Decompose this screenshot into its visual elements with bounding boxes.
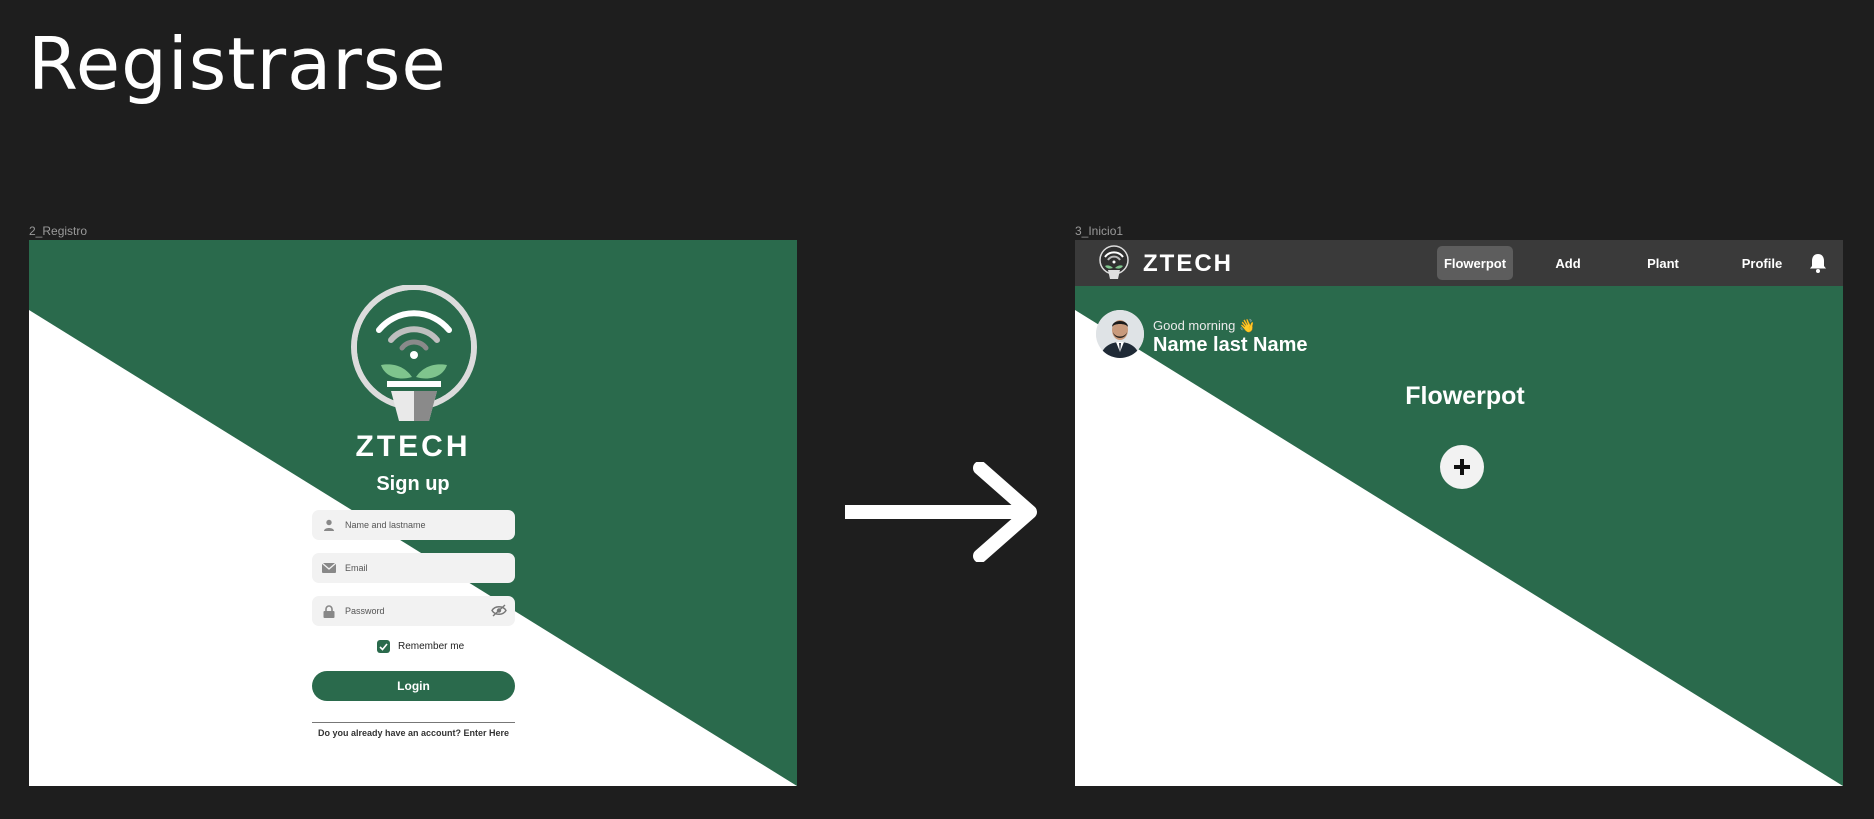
remember-label: Remember me (398, 641, 465, 652)
email-placeholder: Email (345, 563, 368, 573)
bell-icon[interactable] (1809, 253, 1827, 273)
ztech-logo[interactable] (1099, 245, 1129, 281)
lock-icon (322, 604, 336, 618)
nav-plant[interactable]: Plant (1623, 246, 1703, 280)
arrow-right-icon (845, 462, 1037, 562)
brand-logo-text: ZTECH (1143, 250, 1233, 277)
eye-off-icon[interactable] (491, 604, 507, 622)
brand-logo-text: ZTECH (355, 430, 471, 463)
section-title: Flowerpot (1405, 382, 1525, 410)
nav-flowerpot[interactable]: Flowerpot (1437, 246, 1513, 280)
avatar[interactable] (1096, 310, 1144, 358)
enter-here-link[interactable]: Do you already have an account? Enter He… (312, 727, 515, 739)
email-field[interactable]: Email (312, 553, 515, 583)
signup-frame: ZTECH Sign up Name and lastname Email Pa… (29, 240, 797, 786)
mail-icon (322, 561, 336, 575)
ztech-logo (351, 285, 477, 421)
nav-profile[interactable]: Profile (1722, 246, 1802, 280)
name-field[interactable]: Name and lastname (312, 510, 515, 540)
frame-label-inicio: 3_Inicio1 (1075, 224, 1124, 238)
plus-icon (1454, 459, 1470, 475)
password-field[interactable]: Password (312, 596, 515, 626)
home-frame: ZTECH Flowerpot Add Plant Profile Good m… (1075, 240, 1843, 786)
page-title: Registrarse (28, 22, 447, 106)
remember-checkbox[interactable] (377, 640, 390, 653)
add-flowerpot-button[interactable] (1440, 445, 1484, 489)
check-icon (379, 642, 388, 651)
user-name: Name last Name (1153, 334, 1308, 356)
name-placeholder: Name and lastname (345, 520, 426, 530)
login-button[interactable]: Login (312, 671, 515, 701)
frame-label-registro: 2_Registro (29, 224, 88, 238)
navbar: ZTECH Flowerpot Add Plant Profile (1075, 240, 1843, 286)
nav-add[interactable]: Add (1530, 246, 1606, 280)
person-icon (322, 518, 336, 532)
divider (312, 722, 515, 723)
password-placeholder: Password (345, 606, 385, 616)
signup-title: Sign up (376, 473, 450, 495)
greeting-text: Good morning 👋 (1153, 318, 1256, 333)
remember-me[interactable]: Remember me (377, 640, 464, 653)
